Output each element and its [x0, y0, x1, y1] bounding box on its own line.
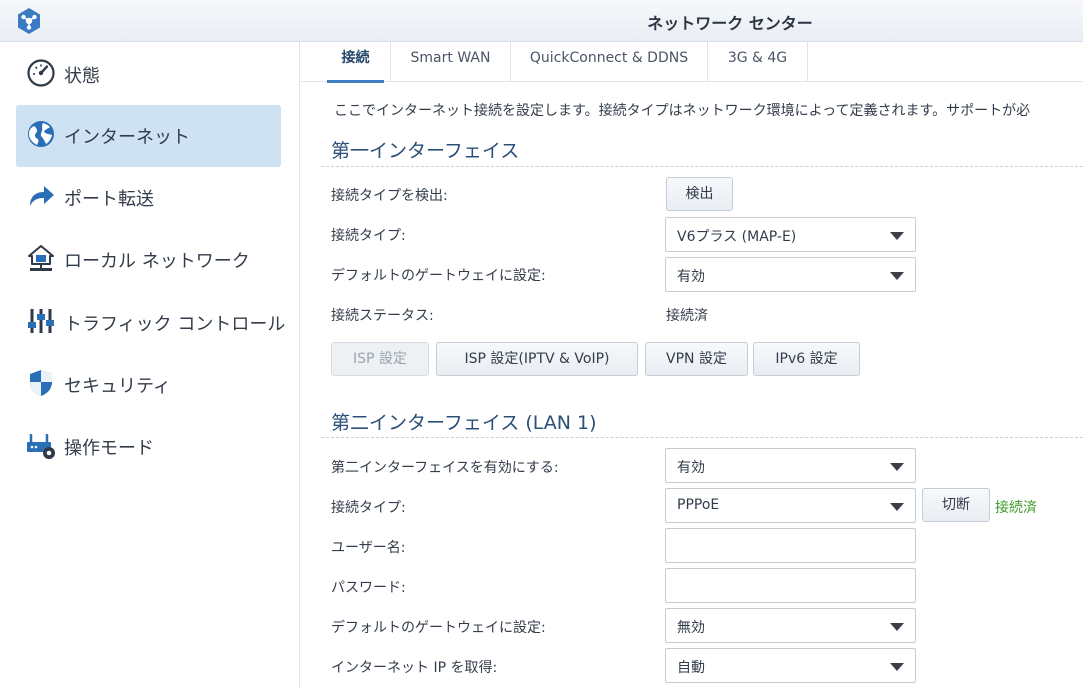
select-value: 自動: [677, 660, 705, 676]
secondary-default-gateway-select[interactable]: 無効: [665, 608, 916, 643]
detect-type-label: 接続タイプを検出:: [331, 188, 448, 204]
select-value: V6プラス (MAP-E): [677, 229, 797, 245]
caret-down-icon: [890, 232, 904, 240]
tab-connection[interactable]: 接続: [321, 42, 391, 83]
sidebar: 状態 インターネット ポート転送 ローカル ネットワーク トラフィック コントロ…: [0, 42, 300, 687]
connection-status-value: 接続済: [666, 308, 708, 324]
sidebar-item-label: 操作モード: [64, 438, 154, 459]
connection-type-label: 接続タイプ:: [331, 228, 406, 244]
secondary-connection-type-label: 接続タイプ:: [331, 500, 406, 516]
sidebar-item-operation-mode[interactable]: 操作モード: [16, 416, 281, 478]
caret-down-icon: [890, 463, 904, 471]
shield-icon: [30, 370, 52, 396]
caret-down-icon: [890, 623, 904, 631]
default-gateway-label: デフォルトのゲートウェイに設定:: [331, 268, 546, 284]
page-description: ここでインターネット接続を設定します。接続タイプはネットワーク環境によって定義さ…: [334, 103, 1031, 119]
sidebar-item-status[interactable]: 状態: [16, 44, 281, 106]
tab-bar: 接続 Smart WAN QuickConnect & DDNS 3G & 4G: [301, 42, 1083, 83]
default-gateway-select[interactable]: 有効: [665, 257, 916, 292]
isp-settings-button[interactable]: ISP 設定: [331, 342, 429, 376]
select-value: 有効: [677, 460, 705, 476]
password-input[interactable]: [665, 568, 916, 603]
isp-iptv-voip-settings-button[interactable]: ISP 設定(IPTV & VoIP): [436, 342, 638, 376]
sidebar-item-internet[interactable]: インターネット: [16, 105, 281, 167]
get-internet-ip-label: インターネット IP を取得:: [331, 660, 498, 676]
secondary-connection-type-select[interactable]: PPPoE: [665, 488, 916, 523]
sidebar-item-label: インターネット: [64, 127, 190, 148]
sidebar-item-local-network[interactable]: ローカル ネットワーク: [16, 229, 281, 291]
sidebar-item-label: 状態: [64, 66, 100, 87]
gauge-icon: [27, 59, 55, 87]
section-divider: [321, 166, 1083, 167]
router-gear-icon: [27, 434, 55, 459]
tab-quickconnect-ddns[interactable]: QuickConnect & DDNS: [511, 42, 708, 82]
caret-down-icon: [890, 663, 904, 671]
secondary-default-gateway-label: デフォルトのゲートウェイに設定:: [331, 620, 546, 636]
sidebar-item-label: ポート転送: [64, 189, 154, 210]
enable-secondary-select[interactable]: 有効: [665, 448, 916, 483]
sidebar-item-label: ローカル ネットワーク: [64, 251, 250, 272]
connection-type-select[interactable]: V6プラス (MAP-E): [665, 217, 916, 252]
get-internet-ip-select[interactable]: 自動: [665, 648, 916, 683]
window-title: ネットワーク センター: [647, 14, 813, 33]
username-input[interactable]: [665, 528, 916, 563]
title-bar: ネットワーク センター: [0, 0, 1083, 42]
section-title-primary: 第一インターフェイス: [331, 140, 520, 162]
select-value: 無効: [677, 620, 705, 636]
select-value: PPPoE: [677, 497, 720, 513]
section-divider: [321, 437, 1083, 438]
username-label: ユーザー名:: [331, 540, 406, 556]
detect-button[interactable]: 検出: [666, 177, 733, 211]
secondary-connection-status: 接続済: [995, 500, 1037, 516]
sidebar-item-security[interactable]: セキュリティ: [16, 354, 281, 416]
tab-smart-wan[interactable]: Smart WAN: [391, 42, 511, 82]
disconnect-button[interactable]: 切断: [922, 488, 990, 522]
tab-3g-4g[interactable]: 3G & 4G: [708, 42, 808, 82]
ipv6-settings-button[interactable]: IPv6 設定: [753, 342, 860, 376]
caret-down-icon: [890, 272, 904, 280]
home-network-icon: [28, 245, 54, 271]
main-content: ここでインターネット接続を設定します。接続タイプはネットワーク環境によって定義さ…: [301, 82, 1083, 687]
select-value: 有効: [677, 269, 705, 285]
sidebar-item-port-forwarding[interactable]: ポート転送: [16, 167, 281, 229]
section-title-secondary: 第二インターフェイス (LAN 1): [331, 412, 597, 434]
arrow-forward-icon: [30, 186, 54, 206]
network-center-logo-icon: [18, 8, 40, 34]
password-label: パスワード:: [331, 580, 406, 596]
sidebar-item-label: トラフィック コントロール: [64, 314, 286, 335]
enable-secondary-label: 第二インターフェイスを有効にする:: [331, 460, 559, 476]
vpn-settings-button[interactable]: VPN 設定: [645, 342, 748, 376]
sidebar-item-traffic-control[interactable]: トラフィック コントロール: [16, 292, 285, 354]
sliders-icon: [28, 309, 54, 333]
caret-down-icon: [890, 503, 904, 511]
sidebar-item-label: セキュリティ: [64, 376, 171, 397]
connection-status-label: 接続ステータス:: [331, 308, 434, 324]
globe-icon: [28, 121, 54, 147]
